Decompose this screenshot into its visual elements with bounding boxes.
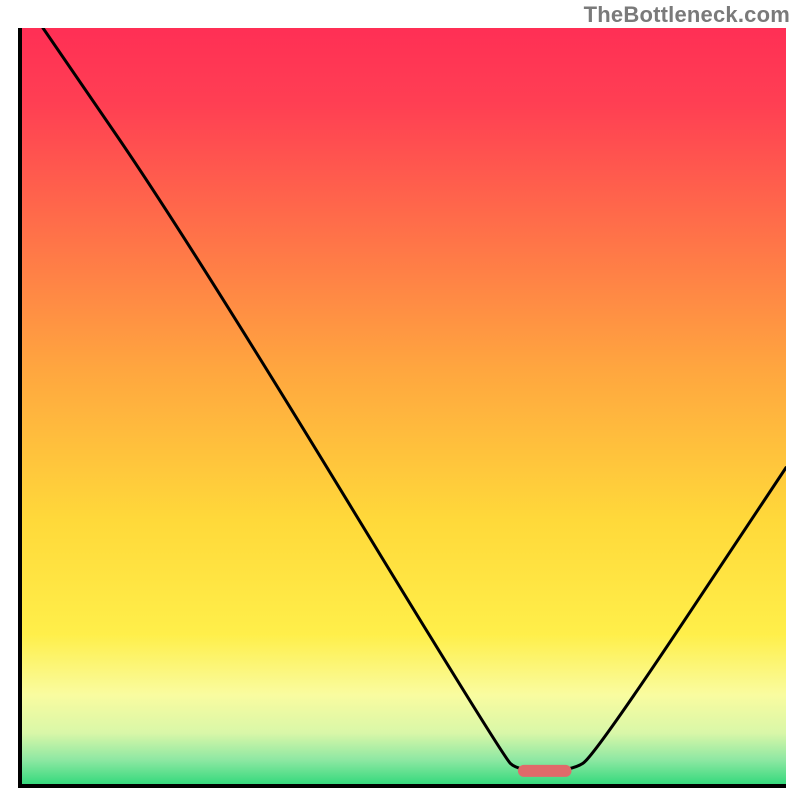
bottleneck-chart bbox=[0, 0, 800, 800]
watermark-text: TheBottleneck.com bbox=[584, 2, 790, 28]
optimal-range-marker bbox=[518, 765, 572, 777]
gradient-background bbox=[20, 28, 786, 786]
chart-stage: { "watermark": "TheBottleneck.com", "cha… bbox=[0, 0, 800, 800]
